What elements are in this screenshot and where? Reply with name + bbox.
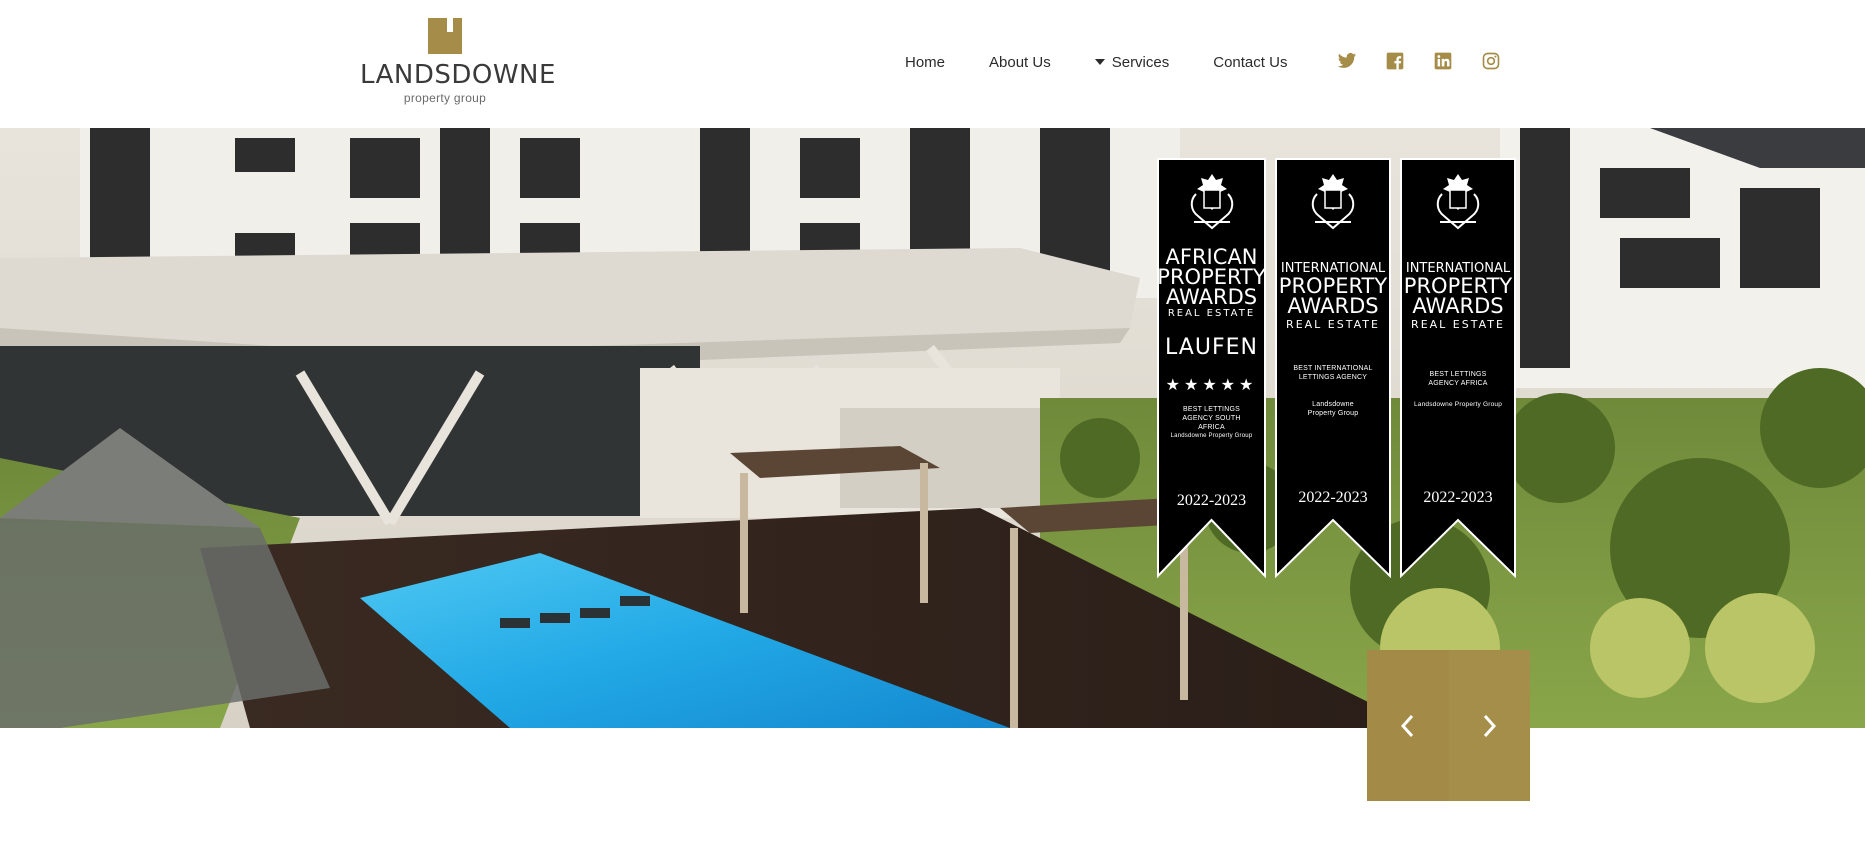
award-1-category: BEST LETTINGS AGENCY SOUTH AFRICA	[1182, 406, 1241, 431]
award-1-year: 2022-2023	[1176, 492, 1247, 509]
award-1-sponsor: LAUFEN	[1165, 335, 1258, 360]
award-2-winner: Landsdowne Property Group	[1307, 401, 1359, 417]
nav-about-us-label: About Us	[989, 53, 1051, 71]
chevron-right-icon	[1484, 714, 1497, 737]
award-ribbon-lettings-africa: INTERNATIONAL PROPERTY AWARDS REAL ESTAT…	[1400, 158, 1516, 578]
social-links	[1337, 51, 1529, 71]
coat-of-arms-icon	[1311, 174, 1355, 230]
coat-of-arms-icon	[1190, 174, 1233, 230]
award-3-title-line-3: AWARDS	[1412, 294, 1504, 318]
award-3-year: 2022-2023	[1423, 489, 1493, 506]
award-3-title-line-2: PROPERTY	[1403, 274, 1513, 298]
facebook-icon[interactable]	[1385, 51, 1405, 71]
linkedin-icon[interactable]	[1433, 51, 1453, 71]
award-2-title-line-2: PROPERTY	[1278, 274, 1388, 298]
award-ribbon-international-lettings: INTERNATIONAL PROPERTY AWARDS REAL ESTAT…	[1275, 158, 1391, 578]
hero-photo-apartment-pool	[0, 128, 1865, 728]
nav-contact-us[interactable]: Contact Us	[1213, 54, 1287, 71]
award-ribbon-african-property-awards: AFRICAN PROPERTY AWARDS REAL ESTATE LAUF…	[1157, 158, 1266, 578]
award-2-category: BEST INTERNATIONAL LETTINGS AGENCY	[1293, 365, 1373, 381]
award-3-category: BEST LETTINGS AGENCY AFRICA	[1428, 371, 1488, 387]
logo-name: LANDSDOWNE	[360, 60, 556, 90]
logo-mark-icon	[428, 18, 462, 54]
nav-about-us[interactable]: About Us	[989, 54, 1051, 71]
awards-ribbons: AFRICAN PROPERTY AWARDS REAL ESTATE LAUF…	[1157, 158, 1525, 578]
award-1-title-line-3: AWARDS	[1165, 285, 1258, 309]
award-1-winner: Landsdowne Property Group	[1170, 433, 1253, 439]
hero-slider: AFRICAN PROPERTY AWARDS REAL ESTATE LAUF…	[0, 128, 1865, 728]
twitter-icon[interactable]	[1337, 51, 1357, 71]
coat-of-arms-icon	[1436, 174, 1480, 230]
award-1-title-line-2: PROPERTY	[1157, 265, 1266, 289]
caret-down-icon	[1094, 59, 1105, 65]
slider-controls	[1367, 650, 1530, 801]
award-2-year: 2022-2023	[1298, 489, 1368, 506]
award-2-subtitle: REAL ESTATE	[1286, 318, 1380, 331]
nav-contact-us-label: Contact Us	[1213, 53, 1288, 71]
slider-next-button[interactable]	[1448, 650, 1530, 801]
award-1-title-line-1: AFRICAN	[1165, 245, 1258, 269]
main-nav: Home About Us Services Contact Us	[905, 50, 1331, 74]
nav-services-label: Services	[1111, 53, 1170, 71]
award-1-stars: ★★★★★	[1165, 377, 1258, 394]
award-2-title-line-3: AWARDS	[1287, 294, 1379, 318]
instagram-icon[interactable]	[1481, 51, 1501, 71]
award-1-subtitle: REAL ESTATE	[1167, 308, 1256, 319]
slider-prev-button[interactable]	[1367, 650, 1449, 801]
nav-home[interactable]: Home	[905, 54, 945, 71]
nav-services[interactable]: Services	[1094, 53, 1170, 71]
site-header: LANDSDOWNE property group Home About Us …	[0, 0, 1865, 128]
award-3-subtitle: REAL ESTATE	[1411, 318, 1505, 331]
chevron-left-icon	[1400, 714, 1413, 737]
logo-tagline: property group	[403, 91, 487, 105]
award-3-winner: Landsdowne Property Group	[1413, 401, 1503, 408]
nav-home-label: Home	[905, 53, 946, 71]
landsdowne-logo[interactable]: LANDSDOWNE property group	[360, 18, 556, 108]
